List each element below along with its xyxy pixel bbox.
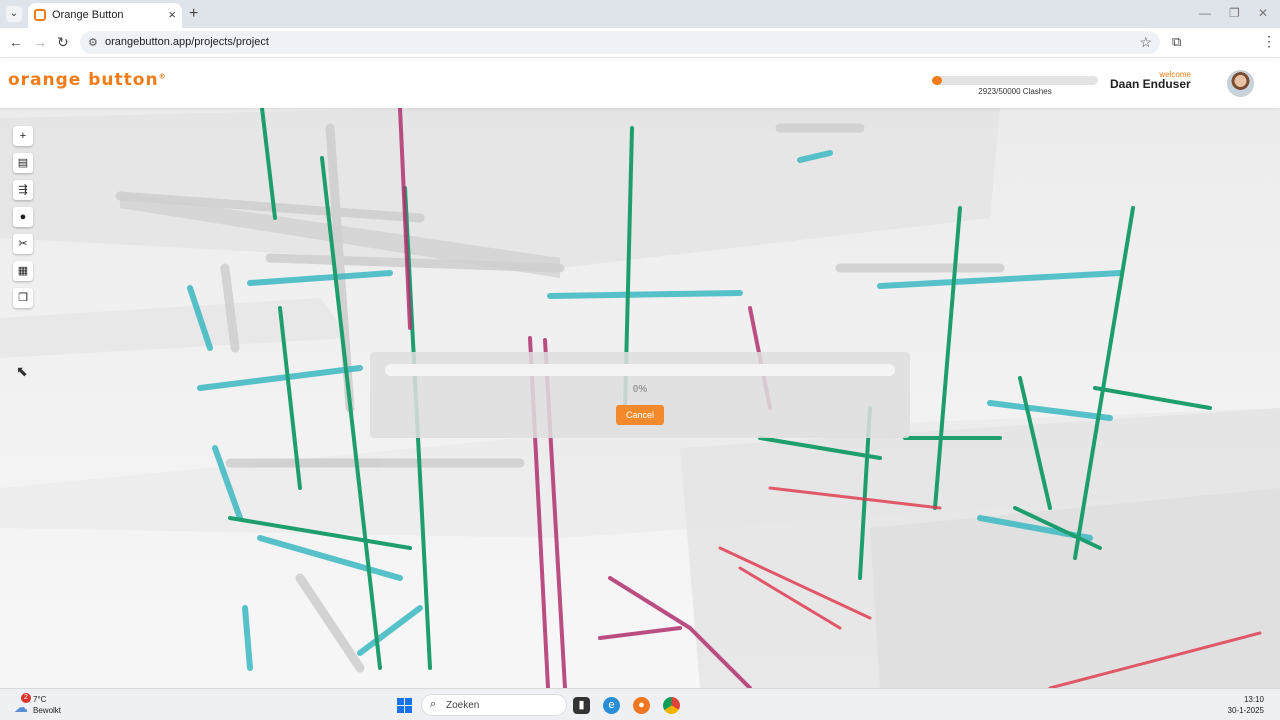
notification-badge: 2 [21, 693, 31, 703]
favicon-icon [34, 9, 46, 21]
forward-icon[interactable]: → [33, 34, 47, 50]
clock-date[interactable]: 30-1-2025 [1180, 706, 1264, 715]
logo-text: orange button [8, 70, 159, 90]
cake-icon: ▦ [17, 265, 29, 277]
address-bar[interactable]: ⚙ orangebutton.app/projects/project ☆ [80, 31, 1160, 54]
clash-count: 2923/50000 Clashes [978, 87, 1052, 96]
bookmark-star-icon[interactable]: ☆ [1139, 34, 1152, 51]
browser-menu-icon[interactable]: ⋮ [1262, 33, 1276, 50]
loading-percent: 0% [632, 384, 648, 395]
add-tool-button[interactable]: + [13, 126, 33, 146]
task-view-icon[interactable]: ▮ [573, 697, 590, 714]
browser-toolbar: ← → ↻ ⚙ orangebutton.app/projects/projec… [0, 28, 1280, 58]
cancel-button[interactable]: Cancel [616, 405, 664, 425]
clash-progress-fill [932, 76, 942, 85]
reload-icon[interactable]: ↻ [57, 34, 69, 51]
map-pin-icon: ● [19, 211, 27, 223]
browser-tabbar: ⌄ Orange Button × + — ❐ ✕ [0, 0, 1280, 28]
logo-registered-mark: ® [158, 72, 167, 81]
weather-description[interactable]: Bewolkt [33, 706, 61, 715]
close-window-icon[interactable]: ✕ [1258, 6, 1268, 20]
loading-progress-bar [385, 364, 895, 376]
orange-button-logo[interactable]: orange button® [8, 70, 167, 90]
weather-temperature[interactable]: 7°C [33, 695, 46, 704]
clock-time[interactable]: 13:10 [1180, 695, 1264, 704]
extensions-icon[interactable]: ⧉ [1172, 34, 1181, 50]
restore-icon[interactable]: ❐ [1229, 6, 1240, 20]
search-icon: ⌕ [430, 698, 437, 710]
mouse-cursor-icon: ⬉ [16, 363, 28, 379]
site-info-icon[interactable]: ⚙ [88, 36, 98, 49]
section-cut-button[interactable]: ✂ [13, 234, 33, 254]
taskbar-search[interactable]: ⌕ Zoeken [421, 694, 567, 716]
minimize-icon[interactable]: — [1199, 6, 1211, 20]
clash-progress-bar [932, 76, 1098, 85]
user-name[interactable]: Daan Enduser [1110, 77, 1191, 91]
windows-start-icon[interactable] [397, 698, 412, 713]
back-icon[interactable]: ← [9, 34, 23, 50]
copy-button[interactable]: ❐ [13, 288, 33, 308]
firefox-icon[interactable]: ● [633, 697, 650, 714]
model-tree-button[interactable]: ▤ [13, 153, 33, 173]
chrome-icon[interactable] [663, 697, 680, 714]
scissors-icon: ✂ [18, 238, 28, 250]
loading-dialog: 0% Cancel [370, 352, 910, 438]
url-text: orangebutton.app/projects/project [105, 36, 269, 48]
location-button[interactable]: ● [13, 207, 33, 227]
plus-icon: + [19, 130, 27, 142]
tab-close-icon[interactable]: × [168, 7, 176, 22]
new-tab-icon[interactable]: + [189, 5, 198, 23]
hierarchy-icon: ⇶ [18, 184, 28, 196]
edge-icon[interactable]: e [603, 697, 620, 714]
copy-icon: ❐ [18, 292, 28, 304]
browser-tab[interactable]: Orange Button × [28, 3, 182, 28]
image-icon: ▤ [17, 157, 29, 169]
user-avatar[interactable] [1227, 70, 1254, 97]
layers-button[interactable]: ▦ [13, 261, 33, 281]
tab-search-icon[interactable]: ⌄ [6, 6, 22, 22]
search-placeholder: Zoeken [446, 700, 480, 711]
tab-title: Orange Button [52, 9, 124, 21]
app-header: orange button® 2923/50000 Clashes welcom… [0, 58, 1280, 108]
viewer-toolbar: + ▤ ⇶ ● ✂ ▦ ❐ [13, 126, 33, 315]
taskbar: ☁ 2 7°C Bewolkt ⌕ Zoeken ▮ e ● 13:10 30-… [0, 688, 1280, 720]
hierarchy-button[interactable]: ⇶ [13, 180, 33, 200]
